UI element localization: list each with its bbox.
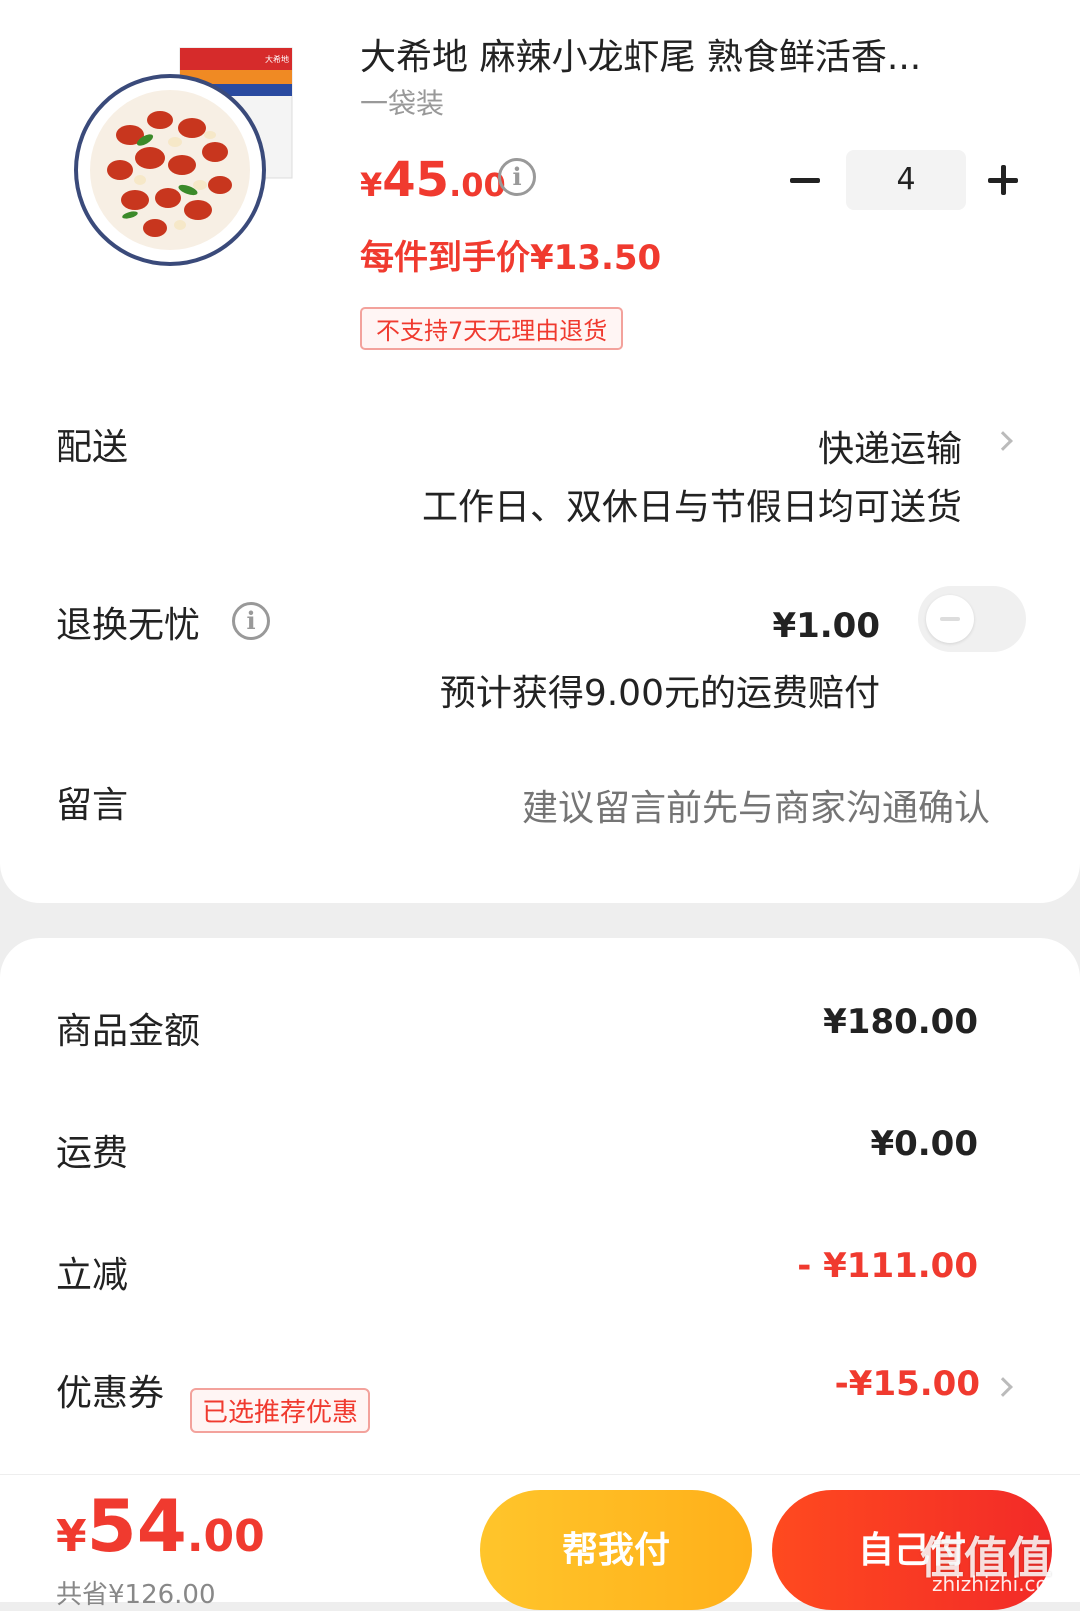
price-currency: ¥ xyxy=(360,166,383,204)
message-input[interactable] xyxy=(430,788,990,829)
toggle-knob xyxy=(926,595,974,643)
quantity-decrease-button[interactable] xyxy=(790,165,822,195)
site-watermark-url: zhizhizhi.com xyxy=(932,1572,1068,1596)
quantity-input[interactable]: 4 xyxy=(846,150,966,210)
total-currency: ¥ xyxy=(56,1511,87,1562)
no-return-badge: 不支持7天无理由退货 xyxy=(360,307,624,350)
return-insurance-price: ¥1.00 xyxy=(772,606,880,646)
message-label: 留言 xyxy=(56,785,129,826)
instant-discount-label: 立减 xyxy=(56,1255,129,1296)
unit-price: 每件到手价¥13.50 xyxy=(360,238,662,278)
price-integer: 45 xyxy=(382,152,450,208)
coupon-label: 优惠券 xyxy=(56,1373,165,1414)
goods-amount-value: ¥180.00 xyxy=(823,1002,978,1042)
delivery-schedule: 工作日、双休日与节假日均可送货 xyxy=(421,487,962,528)
total-saved: 共省¥126.00 xyxy=(56,1580,216,1610)
instant-discount-value: - ¥111.00 xyxy=(797,1246,978,1286)
price-info-icon[interactable]: i xyxy=(498,158,536,196)
coupon-value[interactable]: -¥15.00 xyxy=(835,1364,980,1404)
product-price: ¥45.00 xyxy=(360,152,506,208)
total-decimal: .00 xyxy=(186,1511,265,1562)
shipping-fee-value: ¥0.00 xyxy=(870,1124,978,1164)
return-insurance-label: 退换无忧 xyxy=(56,605,201,646)
product-spec[interactable]: 一袋装 xyxy=(360,82,444,122)
coupon-selected-badge[interactable]: 已选推荐优惠 xyxy=(190,1388,371,1433)
help-me-pay-button[interactable]: 帮我付 xyxy=(480,1490,752,1610)
quantity-increase-button[interactable] xyxy=(988,165,1020,197)
delivery-method[interactable]: 快递运输 xyxy=(818,420,962,472)
return-insurance-compensation: 预计获得9.00元的运费赔付 xyxy=(439,673,880,714)
total-integer: 54 xyxy=(86,1484,187,1568)
shipping-fee-label: 运费 xyxy=(56,1133,129,1174)
delivery-label: 配送 xyxy=(56,427,129,468)
return-insurance-toggle[interactable] xyxy=(918,586,1026,652)
chevron-right-icon[interactable] xyxy=(993,431,1013,451)
total-price: ¥54.00 xyxy=(56,1484,265,1568)
package-brand-text: 大希地 xyxy=(265,54,289,64)
product-image[interactable]: 大希地 xyxy=(70,40,310,280)
product-title[interactable]: 大希地 麻辣小龙虾尾 熟食鲜活香... xyxy=(360,28,960,80)
price-decimal: .00 xyxy=(449,166,506,204)
return-info-icon[interactable]: i xyxy=(232,602,270,640)
order-item-card: 大希地 大希地 麻辣小龙虾尾 熟食鲜活香... 一袋装 ¥45.00 i 每件到… xyxy=(0,0,1080,903)
goods-amount-label: 商品金额 xyxy=(56,1011,201,1052)
